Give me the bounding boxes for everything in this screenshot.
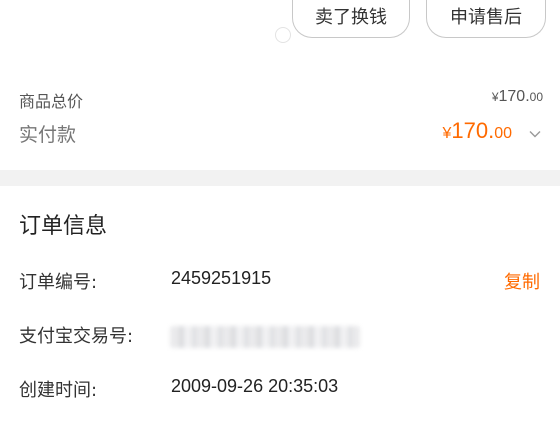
currency-symbol: ¥ (491, 90, 499, 104)
chevron-down-icon[interactable] (529, 128, 541, 140)
created-time-row: 创建时间: 2009-09-26 20:35:03 (0, 376, 560, 406)
section-title: 订单信息 (19, 214, 108, 239)
goods-total-value: ¥170.00 (492, 88, 543, 106)
order-number-value: 2459251915 (171, 268, 272, 288)
order-info-section: 订单信息 订单编号: 2459251915 复制 支付宝交易号: 创建时间: 2… (0, 186, 560, 430)
apply-aftersale-button[interactable]: 申请售后 (426, 0, 546, 38)
price-summary: 商品总价 ¥170.00 实付款 ¥170.00 (0, 62, 560, 170)
copy-button[interactable]: 复制 (504, 268, 540, 294)
goods-total-cents: 00 (529, 90, 543, 104)
section-divider (0, 170, 560, 186)
paid-value: ¥170.00 (442, 118, 512, 144)
paid-label: 实付款 (19, 124, 77, 146)
goods-total-amount: 170. (498, 88, 530, 105)
paid-amount: 170. (451, 118, 495, 143)
created-time-value: 2009-09-26 20:35:03 (171, 376, 339, 396)
order-number-row: 订单编号: 2459251915 复制 (0, 268, 560, 298)
order-number-label: 订单编号: (19, 272, 98, 293)
sell-button[interactable]: 卖了换钱 (292, 0, 410, 38)
watermark (275, 27, 294, 43)
created-time-label: 创建时间: (19, 380, 98, 401)
redacted-alipay-number (170, 326, 360, 348)
goods-total-label: 商品总价 (19, 92, 84, 111)
order-actions-bar: 卖了换钱 申请售后 (0, 0, 560, 52)
alipay-trade-label: 支付宝交易号: (19, 326, 134, 347)
paid-cents: 00 (494, 125, 512, 142)
alipay-trade-row: 支付宝交易号: (0, 322, 560, 352)
